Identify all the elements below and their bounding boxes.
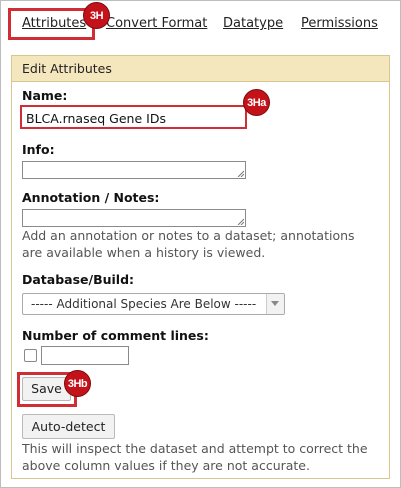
tab-permissions[interactable]: Permissions	[301, 16, 378, 31]
comment-lines-label: Number of comment lines:	[22, 328, 209, 343]
callout-badge-save: 3Hb	[64, 370, 91, 397]
annotation-textarea[interactable]	[22, 209, 246, 227]
info-label: Info:	[22, 142, 55, 157]
dbkey-label: Database/Build:	[22, 272, 135, 287]
auto-detect-help-text: This will inspect the dataset and attemp…	[22, 441, 368, 473]
tab-datatype[interactable]: Datatype	[223, 16, 283, 31]
annotation-label: Annotation / Notes:	[22, 190, 160, 205]
tab-convert-format[interactable]: Convert Format	[106, 16, 207, 31]
resize-grip-icon[interactable]	[237, 218, 244, 225]
name-label: Name:	[22, 88, 68, 103]
dropdown-toggle[interactable]	[266, 294, 284, 314]
callout-badge-name: 3Ha	[243, 89, 270, 116]
comment-lines-checkbox[interactable]	[24, 349, 37, 362]
panel-title: Edit Attributes	[12, 56, 389, 82]
comment-lines-input[interactable]	[41, 346, 129, 365]
resize-grip-icon[interactable]	[237, 170, 244, 177]
info-textarea[interactable]	[22, 161, 246, 179]
auto-detect-button[interactable]: Auto-detect	[22, 414, 115, 439]
tab-attributes[interactable]: Attributes	[22, 16, 86, 31]
dbkey-select[interactable]: ----- Additional Species Are Below -----	[22, 293, 285, 315]
callout-badge-tabs: 3H	[83, 2, 110, 29]
annotation-help-text: Add an annotation or notes to a dataset;…	[22, 228, 355, 260]
dbkey-selected-value: ----- Additional Species Are Below -----	[31, 297, 257, 311]
chevron-down-icon	[271, 301, 279, 306]
name-input[interactable]: BLCA.rnaseq Gene IDs	[20, 105, 247, 129]
